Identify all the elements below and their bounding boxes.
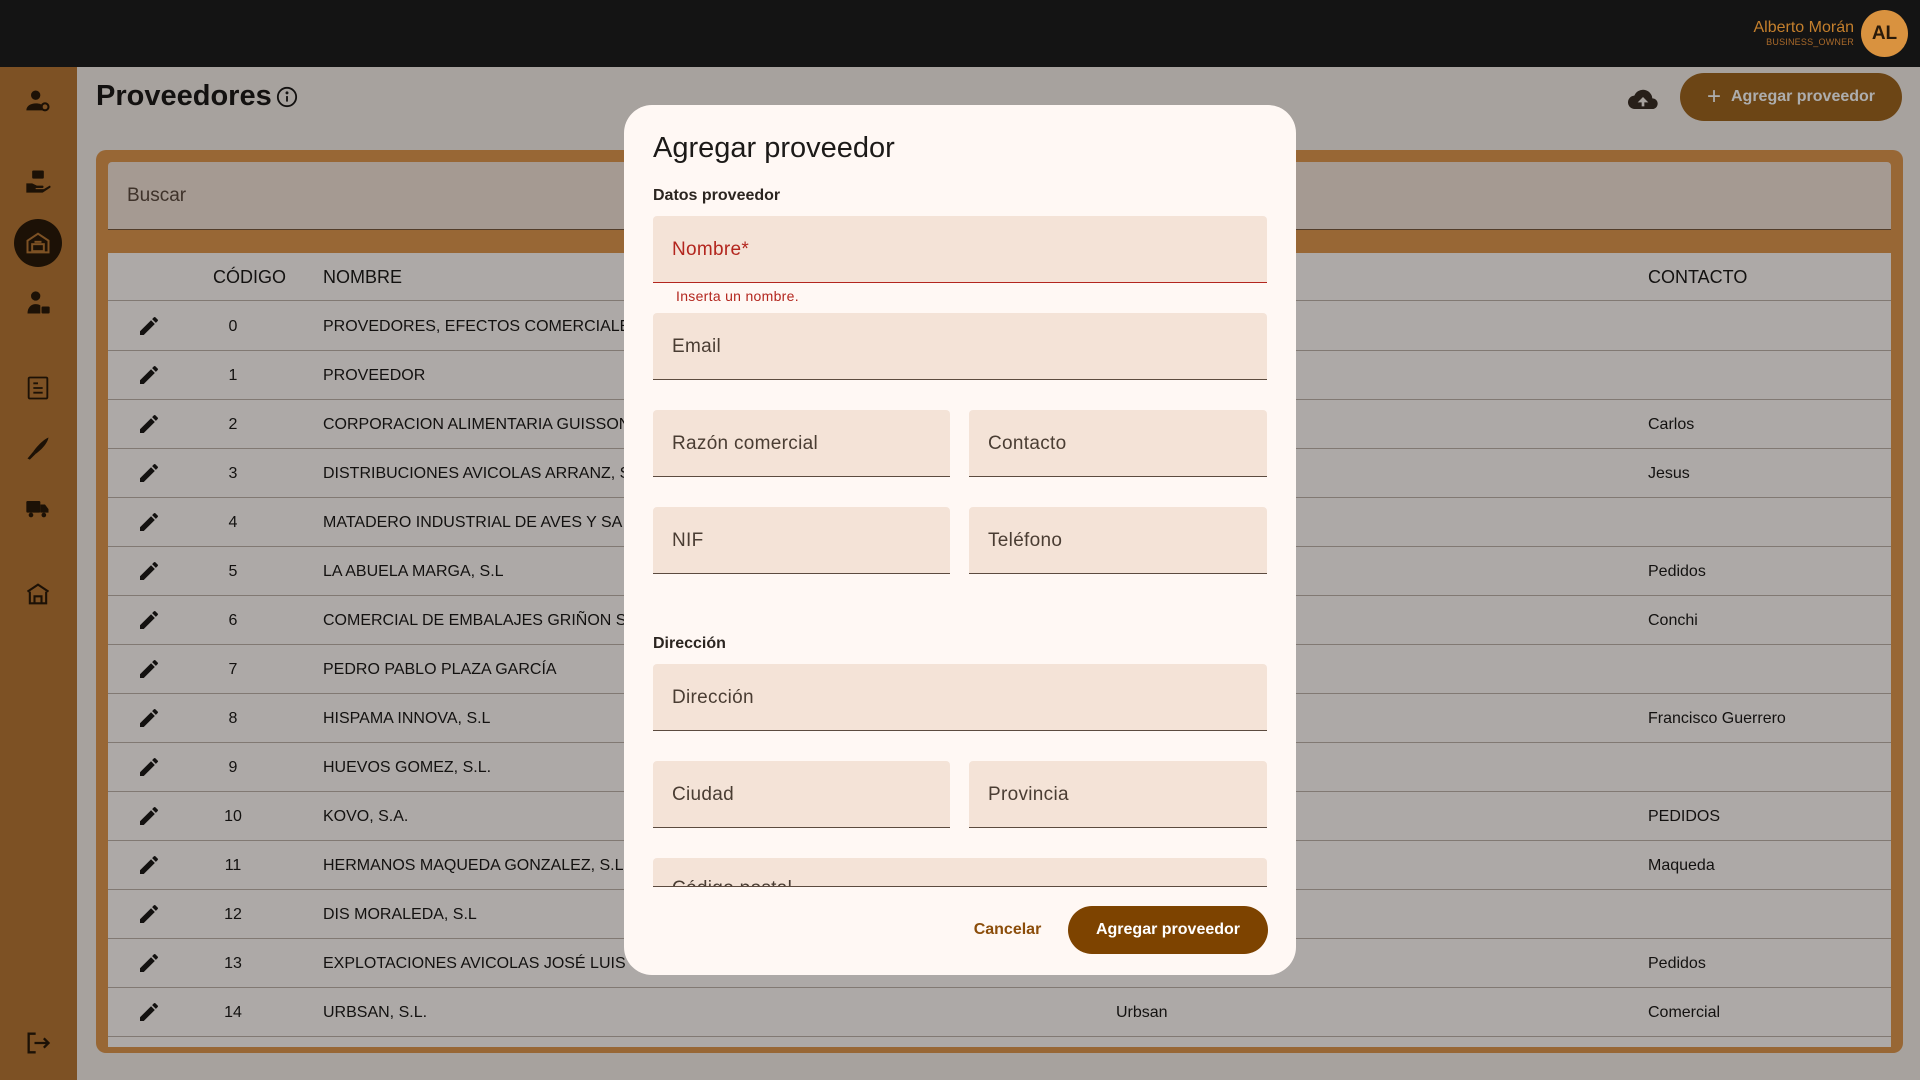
phone-label: Teléfono — [988, 530, 1063, 551]
name-field[interactable]: Nombre* — [653, 216, 1267, 283]
province-label: Provincia — [988, 784, 1069, 805]
address-field[interactable]: Dirección — [653, 664, 1267, 731]
contact-field[interactable]: Contacto — [969, 410, 1267, 477]
user-role: BUSINESS_OWNER — [1766, 37, 1854, 47]
add-supplier-dialog: Agregar proveedor Datos proveedor Nombre… — [624, 105, 1296, 975]
dialog-title: Agregar proveedor — [653, 132, 895, 164]
province-field[interactable]: Provincia — [969, 761, 1267, 828]
user-name: Alberto Morán — [1753, 19, 1855, 36]
section-supplier-data: Datos proveedor — [653, 187, 781, 204]
nif-label: NIF — [672, 530, 704, 551]
cancel-button[interactable]: Cancelar — [960, 906, 1055, 954]
nif-field[interactable]: NIF — [653, 507, 950, 574]
name-label: Nombre* — [672, 239, 750, 260]
trade-name-field[interactable]: Razón comercial — [653, 410, 950, 477]
section-address: Dirección — [653, 635, 726, 652]
address-label: Dirección — [672, 687, 754, 708]
phone-field[interactable]: Teléfono — [969, 507, 1267, 574]
trade-name-label: Razón comercial — [672, 433, 818, 454]
name-error-message: Inserta un nombre. — [676, 288, 799, 304]
avatar[interactable]: AL — [1861, 10, 1908, 57]
postal-code-field[interactable]: Código postal — [653, 858, 1267, 887]
city-label: Ciudad — [672, 784, 735, 805]
top-bar: Alberto Morán BUSINESS_OWNER AL — [0, 0, 1920, 67]
city-field[interactable]: Ciudad — [653, 761, 950, 828]
user-info: Alberto Morán BUSINESS_OWNER — [1754, 19, 1855, 47]
email-label: Email — [672, 336, 722, 357]
postal-code-label: Código postal — [672, 878, 792, 886]
submit-button[interactable]: Agregar proveedor — [1068, 906, 1268, 954]
email-field[interactable]: Email — [653, 313, 1267, 380]
contact-label: Contacto — [988, 433, 1067, 454]
